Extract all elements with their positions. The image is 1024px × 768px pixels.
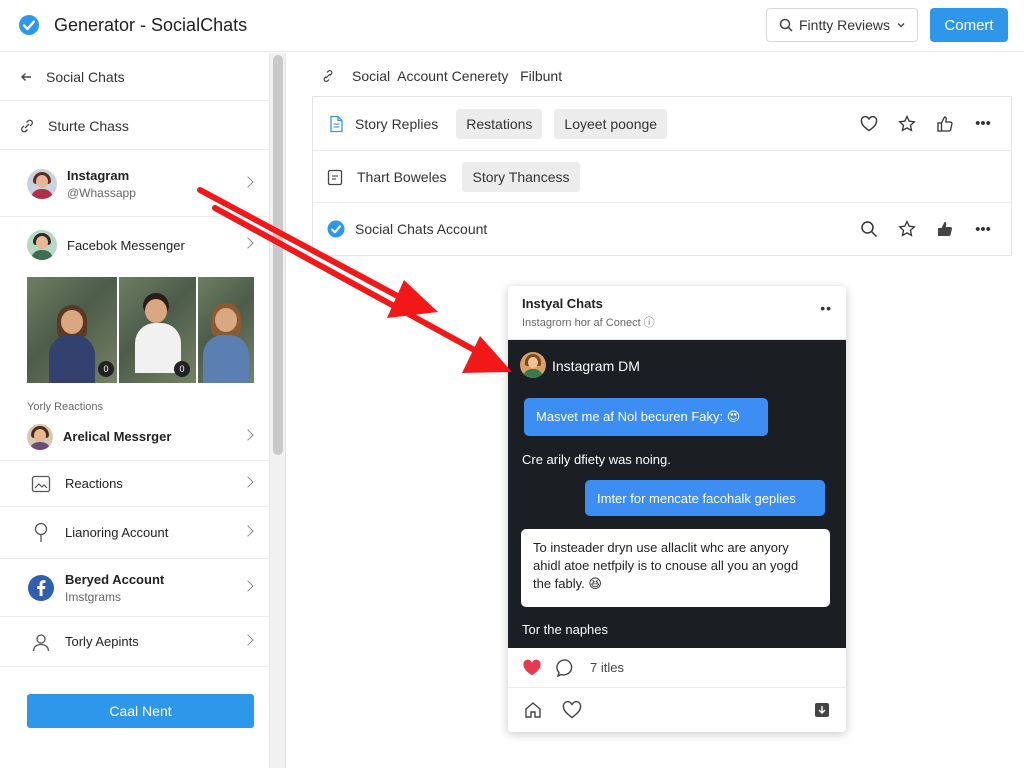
more-icon[interactable]: ••	[820, 300, 832, 316]
user-icon	[27, 628, 55, 656]
section-label: Yorly Reactions	[27, 401, 104, 413]
dm-label: Instagram DM	[552, 358, 640, 374]
chevron-right-icon	[242, 579, 254, 592]
more-icon[interactable]: •••	[973, 219, 993, 239]
scrollbar-thumb[interactable]	[273, 55, 283, 455]
chat-thread: Instagram DM Masvet me af Nol becuren Fa…	[508, 340, 846, 648]
sidebar-item-title: Reactions	[65, 476, 123, 491]
top-bar: Generator - SocialChats Fintty Reviews C…	[0, 0, 1024, 52]
avatar	[27, 230, 57, 260]
avatar	[27, 168, 57, 199]
chevron-right-icon	[242, 475, 254, 488]
message-text: Cre arily dfiety was noing.	[522, 452, 671, 467]
sidebar-item-subtitle: @Whassapp	[67, 185, 136, 200]
clipboard-icon	[327, 169, 343, 185]
breadcrumb: Social Account Cenerety Filbunt	[322, 68, 562, 84]
location-pin-icon	[27, 519, 55, 547]
star-icon[interactable]	[897, 114, 917, 134]
chat-preview-card: Instyal Chats Instagrorn hor af Conect ⓘ…	[508, 286, 846, 732]
thumbs-up-icon[interactable]	[935, 219, 955, 239]
sidebar-item-instagram[interactable]: Instagram @Whassapp	[0, 151, 270, 217]
heart-icon[interactable]	[522, 659, 542, 677]
message-bubble: To insteader dryn use allaclit whc are a…	[521, 529, 830, 607]
sidebar-item-title: Lianoring Account	[65, 525, 169, 540]
sidebar-item-reactions[interactable]: Reactions	[0, 461, 270, 507]
chat-preview-title: Instyal Chats	[522, 296, 603, 311]
breadcrumb-text: Social Account Cenerety Filbunt	[352, 68, 563, 84]
sidebar-link-row[interactable]: Sturte Chass	[0, 102, 270, 150]
badge: 0	[174, 361, 190, 377]
chat-preview-header: Instyal Chats Instagrorn hor af Conect ⓘ…	[508, 286, 846, 340]
link-icon	[323, 70, 333, 82]
badge: 0	[98, 361, 114, 377]
sidebar-item-title: Instagram	[67, 167, 130, 183]
likes-count: 7 itles	[590, 660, 624, 675]
photo-gallery: 0 0	[27, 277, 254, 383]
sidebar: Social Chats Sturte Chass Instagram @Wha…	[0, 53, 270, 768]
sidebar-cta-button[interactable]: Caal Nent	[27, 694, 254, 728]
chip[interactable]: Loyeet poonge	[554, 108, 668, 139]
chevron-right-icon	[242, 175, 254, 188]
row-label: Thart Boweles	[357, 168, 447, 185]
sidebar-item-subtitle: Imstgrams	[65, 589, 122, 604]
chip[interactable]: Story Thancess	[462, 161, 580, 192]
message-bubble: Imter for mencate facohalk geplies	[585, 480, 825, 516]
sidebar-item-facebook-messenger[interactable]: Facebok Messenger	[0, 217, 270, 273]
comment-icon[interactable]	[556, 658, 576, 678]
sidebar-back-label: Social Chats	[46, 68, 125, 85]
image-icon	[27, 470, 55, 498]
sidebar-back-row[interactable]: Social Chats	[0, 53, 270, 101]
link-icon	[21, 119, 33, 132]
sidebar-item-title: Torly Aepints	[65, 634, 139, 649]
heart-outline-icon[interactable]	[562, 701, 582, 719]
back-arrow-icon	[21, 72, 31, 81]
account-card-list: Story Replies Restations Loyeet poonge •…	[312, 96, 1012, 256]
check-logo-icon	[19, 15, 39, 35]
app-title: Generator - SocialChats	[54, 15, 248, 35]
list-row-social-chats-account[interactable]: Social Chats Account •••	[313, 203, 1011, 255]
home-icon[interactable]	[524, 701, 542, 719]
facebook-icon	[27, 574, 55, 602]
chip[interactable]: Restations	[456, 108, 543, 139]
list-row-thart-boweles[interactable]: Thart Boweles Story Thancess	[313, 151, 1011, 203]
sidebar-item-title: Arelical Messrger	[63, 429, 172, 444]
list-row-story-replies[interactable]: Story Replies Restations Loyeet poonge •…	[313, 97, 1011, 151]
sidebar-scrollbar[interactable]	[270, 53, 286, 768]
message-text: Tor the naphes	[522, 622, 609, 637]
chevron-right-icon	[242, 633, 254, 646]
chevron-right-icon	[242, 428, 254, 441]
star-icon[interactable]	[897, 219, 917, 239]
thumbs-up-icon[interactable]	[935, 114, 955, 134]
chevron-down-icon	[897, 23, 905, 28]
search-icon	[779, 18, 793, 32]
chevron-right-icon	[242, 524, 254, 537]
message-bubble: Masvet me af Nol becuren Faky: 😍	[524, 398, 768, 436]
sidebar-link-label: Sturte Chass	[48, 117, 129, 134]
reviews-dropdown-label: Fintty Reviews	[799, 17, 891, 33]
chat-preview-subtitle: Instagrorn hor af Conect ⓘ	[522, 317, 655, 329]
search-icon[interactable]	[859, 219, 879, 239]
heart-icon[interactable]	[859, 114, 879, 134]
sidebar-item-arelical-messenger[interactable]: Arelical Messrger	[0, 413, 270, 461]
reviews-dropdown[interactable]: Fintty Reviews	[766, 8, 918, 42]
avatar	[27, 423, 53, 450]
chat-preview-footer: 7 itles	[508, 648, 846, 732]
avatar	[520, 352, 546, 378]
check-logo-icon	[327, 220, 345, 238]
sidebar-item-title: Facebok Messenger	[67, 237, 185, 253]
row-label: Social Chats Account	[355, 221, 488, 237]
sidebar-item-beryed-account[interactable]: Beryed Account Imstgrams	[0, 559, 270, 617]
gallery-photo[interactable]	[198, 277, 254, 383]
row-label: Story Replies	[355, 115, 439, 132]
chevron-right-icon	[242, 237, 254, 249]
share-icon[interactable]	[814, 702, 830, 718]
sidebar-item-torly-aepints[interactable]: Torly Aepints	[0, 617, 270, 667]
more-icon[interactable]: •••	[973, 114, 993, 134]
gallery-photo[interactable]: 0	[119, 277, 196, 383]
document-icon	[330, 115, 343, 132]
sidebar-item-title: Beryed Account	[65, 571, 165, 587]
sidebar-item-lianoring-account[interactable]: Lianoring Account	[0, 507, 270, 559]
connect-button[interactable]: Comert	[930, 8, 1008, 42]
